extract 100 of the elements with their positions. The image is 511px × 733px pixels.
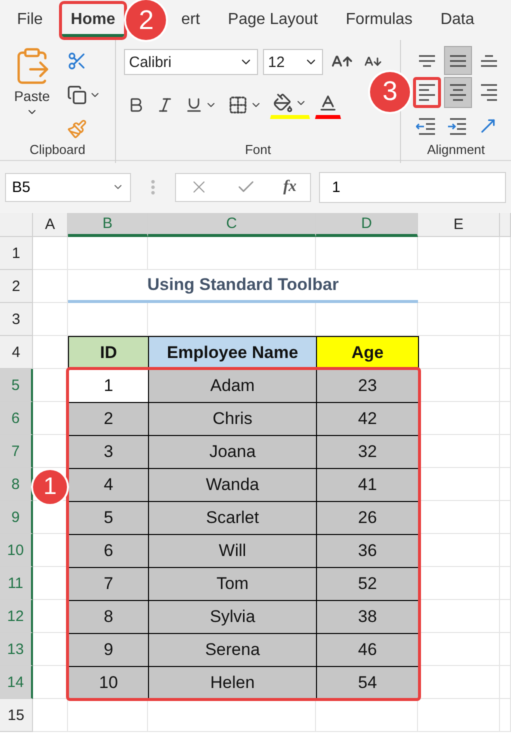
sheet-title: Using Standard Toolbar: [68, 270, 418, 303]
row-header[interactable]: 8: [0, 468, 33, 501]
table-cell: 23: [316, 369, 419, 403]
ribbon-tab[interactable]: ert: [172, 4, 209, 36]
table-cell: Tom: [148, 567, 317, 601]
empty-cell: [500, 666, 511, 699]
align-right-icon: [478, 82, 500, 103]
row-header[interactable]: 2: [0, 270, 33, 303]
paste-button[interactable]: Paste: [8, 44, 56, 142]
row-header[interactable]: 5: [0, 369, 33, 402]
table-cell: 54: [316, 666, 419, 700]
name-box[interactable]: B5: [5, 172, 131, 202]
table-cell: 7: [68, 567, 149, 601]
table-cell: Will: [148, 534, 317, 568]
font-name-dropdown[interactable]: Calibri: [124, 49, 258, 75]
table-cell: Adam: [148, 369, 317, 403]
empty-cell: [500, 567, 511, 600]
empty-cell: [500, 369, 511, 402]
row-header[interactable]: 6: [0, 402, 33, 435]
borders-icon: [228, 94, 248, 114]
header-cell: Employee Name: [148, 336, 317, 370]
table-cell: 36: [316, 534, 419, 568]
empty-cell: [500, 435, 511, 468]
group-label: Font: [244, 142, 272, 159]
ribbon-tab[interactable]: File: [8, 4, 52, 36]
empty-cell: [500, 303, 511, 336]
table-cell: 9: [68, 633, 149, 667]
row-header[interactable]: 10: [0, 534, 33, 567]
table-cell: Joana: [148, 435, 317, 469]
empty-cell: [500, 270, 511, 303]
empty-cell: [500, 633, 511, 666]
table-cell: Chris: [148, 402, 317, 436]
scissors-icon: [67, 51, 87, 71]
row-header[interactable]: 1: [0, 237, 33, 270]
table-cell: Helen: [148, 666, 317, 700]
underline-icon: [184, 96, 203, 114]
column-header[interactable]: D: [316, 213, 418, 237]
table-cell: 42: [316, 402, 419, 436]
table-cell: 4: [68, 468, 149, 502]
group-label: Clipboard: [28, 142, 86, 159]
font-size-dropdown[interactable]: 12: [262, 49, 323, 75]
ribbon-tab[interactable]: Home: [62, 4, 124, 36]
row-header[interactable]: 12: [0, 600, 33, 633]
row-header[interactable]: 14: [0, 666, 33, 699]
table-cell: Wanda: [148, 468, 317, 502]
align-center-button[interactable]: [444, 76, 472, 108]
row-header[interactable]: 9: [0, 501, 33, 534]
row-header[interactable]: 4: [0, 336, 33, 369]
empty-cell: [500, 534, 511, 567]
step-badge: 2: [126, 0, 166, 40]
align-outdent-icon: [416, 116, 438, 137]
column-header[interactable]: B: [68, 213, 148, 237]
copy-icon: [67, 85, 87, 105]
empty-cell: [500, 402, 511, 435]
empty-cell: [500, 600, 511, 633]
font-color-icon: [318, 93, 338, 113]
table-cell: 41: [316, 468, 419, 502]
step-badge: 3: [370, 72, 410, 112]
row-header[interactable]: 11: [0, 567, 33, 600]
table-cell: 10: [68, 666, 149, 700]
ribbon-tab[interactable]: Data: [431, 4, 484, 36]
group-label: Alignment: [426, 142, 486, 159]
header-cell: ID: [68, 336, 149, 370]
column-header[interactable]: E: [418, 213, 500, 237]
table-cell: Serena: [148, 633, 317, 667]
ribbon-tab[interactable]: Formulas: [336, 4, 422, 36]
empty-cell: [500, 699, 511, 732]
table-cell: 6: [68, 534, 149, 568]
align-center-icon: [447, 82, 469, 103]
empty-cell: [500, 468, 511, 501]
formula-field[interactable]: 1: [319, 172, 506, 202]
empty-cell: [500, 336, 511, 369]
table-cell: 3: [68, 435, 149, 469]
header-cell: Age: [316, 336, 419, 370]
align-left-icon: [416, 82, 438, 103]
table-cell: 26: [316, 501, 419, 535]
step-badge: 1: [33, 470, 67, 504]
table-cell: 38: [316, 600, 419, 634]
table-cell: 2: [68, 402, 149, 436]
table-cell: 32: [316, 435, 419, 469]
ribbon-tab[interactable]: Page Layout: [218, 4, 327, 36]
table-cell: 46: [316, 633, 419, 667]
table-cell: 52: [316, 567, 419, 601]
table-cell: Sylvia: [148, 600, 317, 634]
column-header[interactable]: C: [148, 213, 316, 237]
row-header[interactable]: 7: [0, 435, 33, 468]
row-header[interactable]: 3: [0, 303, 33, 336]
row-header[interactable]: 13: [0, 633, 33, 666]
empty-cell: [500, 501, 511, 534]
row-header[interactable]: 15: [0, 699, 33, 732]
column-header[interactable]: A: [33, 213, 68, 237]
align-indent-icon: [447, 116, 469, 137]
align-middle-button[interactable]: [444, 46, 472, 75]
paint-bucket-icon: [272, 93, 293, 113]
table-cell: 5: [68, 501, 149, 535]
table-cell: 8: [68, 600, 149, 634]
insert-function-button[interactable]: fx: [283, 178, 297, 196]
grip-icon: [151, 179, 155, 195]
paintbrush-icon: [67, 119, 87, 139]
table-cell: Scarlet: [148, 501, 317, 535]
